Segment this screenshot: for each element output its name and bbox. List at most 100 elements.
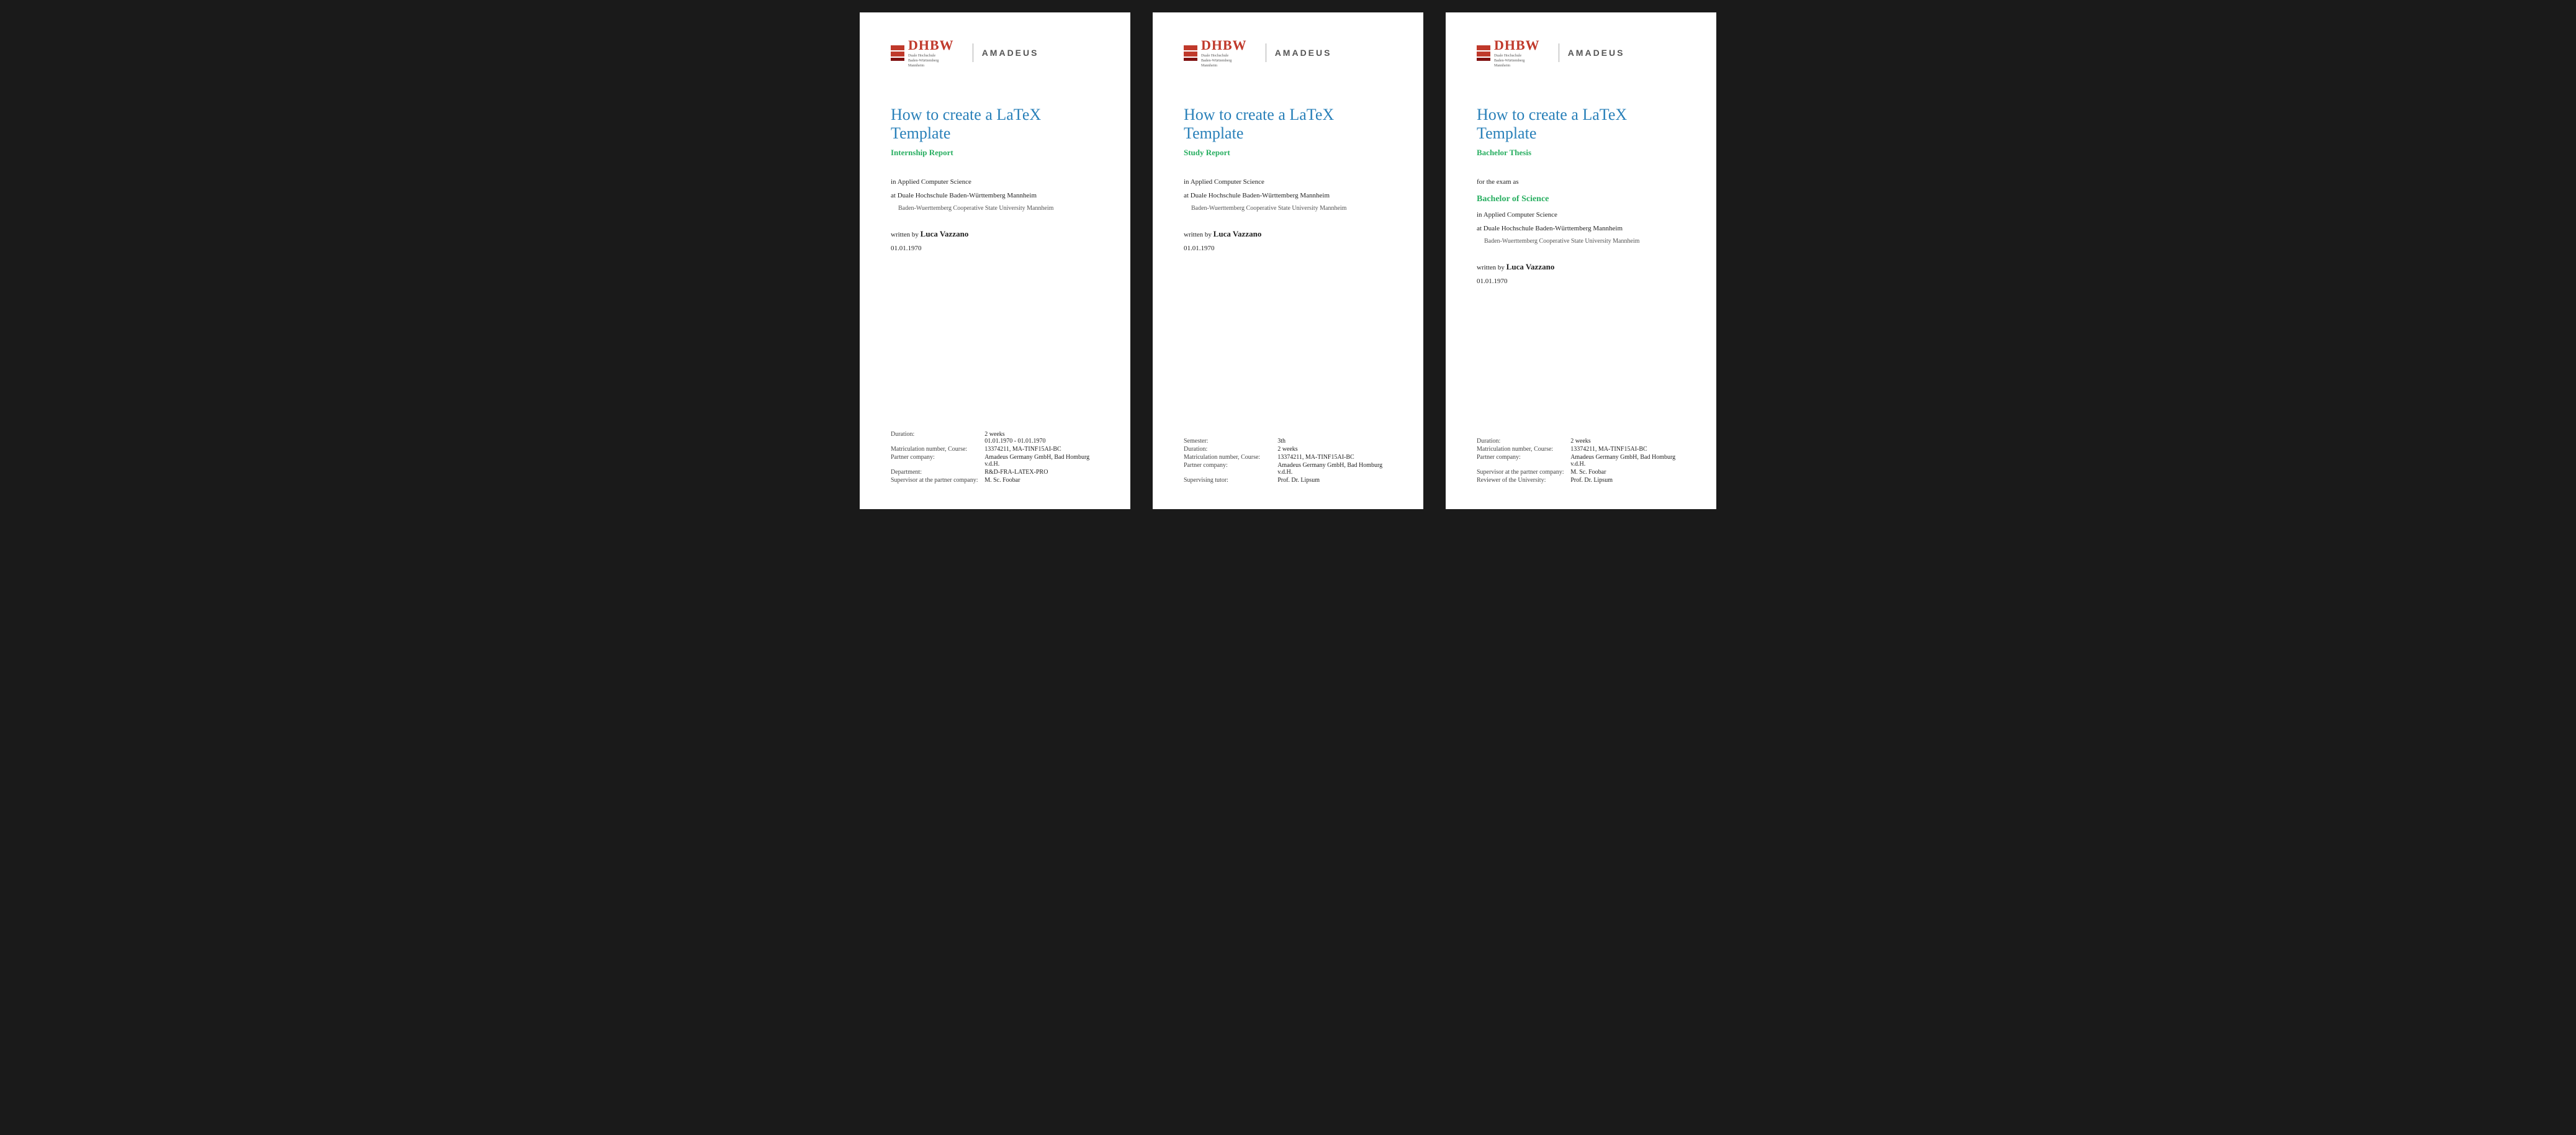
at-line-internship: at Duale Hochschule Baden-Württemberg Ma… [891,190,1099,202]
info-label: Matriculation number, Course: [891,445,984,453]
doc-body-study: in Applied Computer Science at Duale Hoc… [1184,176,1392,267]
sub-line-bachelor: Baden-Wuerttemberg Cooperative State Uni… [1484,236,1685,247]
info-label: Supervisor at the partner company: [891,476,984,484]
info-label: Partner company: [1184,461,1277,476]
info-label: Duration: [891,430,984,445]
separator-1 [1138,12,1145,509]
info-table-internship: Duration: 2 weeks01.01.1970 - 01.01.1970… [891,430,1099,484]
table-row: Matriculation number, Course: 13374211, … [891,445,1099,453]
at-line-study: at Duale Hochschule Baden-Württemberg Ma… [1184,190,1392,202]
doc-body-internship: in Applied Computer Science at Duale Hoc… [891,176,1099,267]
amadeus-text-study: aMaDEUS [1275,48,1332,58]
date-line-internship: 01.01.1970 [891,243,1099,255]
dhbw-sub-bachelor: Duale HochschuleBaden-WürttembergMannhei… [1494,54,1531,68]
table-row: Semester: 3th [1184,437,1392,445]
amadeus-text-internship: aMaDEUS [982,48,1039,58]
info-value: 2 weeks01.01.1970 - 01.01.1970 [984,430,1099,445]
written-line-internship: written by Luca Vazzano [891,227,1099,242]
dhbw-text-bachelor: DHBW [1494,37,1540,53]
info-value: M. Sc. Foobar [984,476,1099,484]
written-prefix-internship: written by [891,231,919,238]
date-line-study: 01.01.1970 [1184,243,1392,255]
info-label: Duration: [1477,437,1570,445]
info-value: Amadeus Germany GmbH, Bad Homburg v.d.H. [1570,453,1685,468]
info-label: Matriculation number, Course: [1477,445,1570,453]
dhbw-logo-bachelor: DHBW Duale HochschuleBaden-WürttembergMa… [1477,37,1540,68]
table-row: Supervising tutor: Prof. Dr. Lipsum [1184,476,1392,484]
study-report-page: DHBW Duale HochschuleBaden-WürttembergMa… [1153,12,1423,509]
written-line-study: written by Luca Vazzano [1184,227,1392,242]
logo-area-internship: DHBW Duale Hochschule Baden-Württemberg … [891,37,1099,68]
written-prefix-study: written by [1184,231,1212,238]
date-line-bachelor: 01.01.1970 [1477,276,1685,288]
doc-title-bachelor: How to create a LaTeX Template [1477,106,1685,143]
table-row: Matriculation number, Course: 13374211, … [1477,445,1685,453]
dhbw-icon-study [1184,45,1197,61]
in-line-internship: in Applied Computer Science [891,176,1099,189]
info-label: Partner company: [1477,453,1570,468]
doc-body-bachelor: for the exam as Bachelor of Science in A… [1477,176,1685,300]
dhbw-sub-study: Duale HochschuleBaden-WürttembergMannhei… [1201,54,1238,68]
logo-area-bachelor: DHBW Duale HochschuleBaden-WürttembergMa… [1477,37,1685,68]
table-row: Reviewer of the University: Prof. Dr. Li… [1477,476,1685,484]
sub-line-internship: Baden-Wuerttemberg Cooperative State Uni… [898,203,1099,214]
table-row: Duration: 2 weeks01.01.1970 - 01.01.1970 [891,430,1099,445]
dhbw-logo-internship: DHBW Duale Hochschule Baden-Württemberg … [891,37,954,68]
info-label: Semester: [1184,437,1277,445]
info-value: Prof. Dr. Lipsum [1277,476,1392,484]
info-value: 13374211, MA-TINF15AI-BC [984,445,1099,453]
written-prefix-bachelor: written by [1477,264,1505,271]
dhbw-icon-bachelor [1477,45,1490,61]
author-name-bachelor: Luca Vazzano [1506,262,1555,271]
table-row: Department: R&D-FRA-LATEX-PRO [891,468,1099,476]
table-row: Supervisor at the partner company: M. Sc… [891,476,1099,484]
info-value: Amadeus Germany GmbH, Bad Homburg v.d.H. [1277,461,1392,476]
doc-subtitle-bachelor: Bachelor Thesis [1477,148,1685,158]
for-exam-line-bachelor: for the exam as [1477,176,1685,189]
table-row: Partner company: Amadeus Germany GmbH, B… [1184,461,1392,476]
in-line-bachelor: in Applied Computer Science [1477,209,1685,222]
bachelor-degree-bachelor: Bachelor of Science [1477,191,1685,207]
doc-subtitle-study: Study Report [1184,148,1392,158]
info-value: 2 weeks [1277,445,1392,453]
info-label: Supervisor at the partner company: [1477,468,1570,476]
info-value: 2 weeks [1570,437,1685,445]
dhbw-text-internship: DHBW [908,37,954,53]
page-container: DHBW Duale Hochschule Baden-Württemberg … [853,0,1723,522]
dhbw-sub-internship: Duale Hochschule Baden-Württemberg Mannh… [908,54,945,68]
doc-subtitle-internship: Internship Report [891,148,1099,158]
table-row: Duration: 2 weeks [1477,437,1685,445]
info-label: Duration: [1184,445,1277,453]
amadeus-text-bachelor: aMaDEUS [1568,48,1625,58]
info-table-study: Semester: 3th Duration: 2 weeks Matricul… [1184,437,1392,484]
table-row: Partner company: Amadeus Germany GmbH, B… [891,453,1099,468]
bachelor-thesis-page: DHBW Duale HochschuleBaden-WürttembergMa… [1446,12,1716,509]
dhbw-icon-internship [891,45,904,61]
info-label: Reviewer of the University: [1477,476,1570,484]
footer-info-internship: Duration: 2 weeks01.01.1970 - 01.01.1970… [891,412,1099,484]
author-name-study: Luca Vazzano [1214,229,1262,238]
in-line-study: in Applied Computer Science [1184,176,1392,189]
internship-report-page: DHBW Duale Hochschule Baden-Württemberg … [860,12,1130,509]
info-label: Matriculation number, Course: [1184,453,1277,461]
info-label: Partner company: [891,453,984,468]
at-line-bachelor: at Duale Hochschule Baden-Württemberg Ma… [1477,223,1685,235]
info-value: 13374211, MA-TINF15AI-BC [1277,453,1392,461]
separator-2 [1431,12,1438,509]
table-row: Matriculation number, Course: 13374211, … [1184,453,1392,461]
table-row: Supervisor at the partner company: M. Sc… [1477,468,1685,476]
sub-line-study: Baden-Wuerttemberg Cooperative State Uni… [1191,203,1392,214]
table-row: Partner company: Amadeus Germany GmbH, B… [1477,453,1685,468]
footer-info-study: Semester: 3th Duration: 2 weeks Matricul… [1184,418,1392,484]
info-value: R&D-FRA-LATEX-PRO [984,468,1099,476]
doc-title-internship: How to create a LaTeX Template [891,106,1099,143]
dhbw-text-study: DHBW [1201,37,1247,53]
info-table-bachelor: Duration: 2 weeks Matriculation number, … [1477,437,1685,484]
footer-info-bachelor: Duration: 2 weeks Matriculation number, … [1477,418,1685,484]
info-value: Prof. Dr. Lipsum [1570,476,1685,484]
info-value: 3th [1277,437,1392,445]
author-name-internship: Luca Vazzano [921,229,969,238]
dhbw-logo-study: DHBW Duale HochschuleBaden-WürttembergMa… [1184,37,1247,68]
table-row: Duration: 2 weeks [1184,445,1392,453]
info-value: M. Sc. Foobar [1570,468,1685,476]
